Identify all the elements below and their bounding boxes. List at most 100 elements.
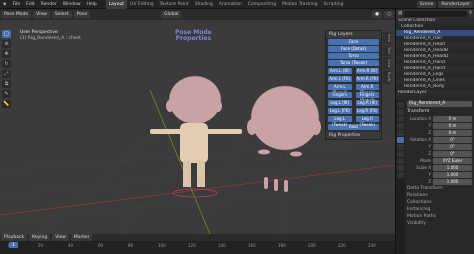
visibility-section[interactable]: Visibility [407, 220, 472, 227]
fingers-button[interactable]: Fingers [328, 92, 352, 98]
bone-tab-icon[interactable] [397, 172, 404, 178]
tab-uv-editing[interactable]: UV Editing [127, 0, 156, 9]
scene-selector[interactable]: Scene [416, 0, 437, 8]
torso-tweak-button[interactable]: Torso (Tweak) [328, 60, 379, 66]
leg-r-tweak-button[interactable]: Leg.R (Tweak) [355, 116, 379, 127]
timeline-view-menu[interactable]: View [52, 234, 69, 241]
leg-r-ik-button[interactable]: Leg.R (IK) [355, 100, 379, 106]
outliner-display-icon[interactable]: ▤ [398, 11, 402, 16]
arm-r-ik-button[interactable]: Arm.R (IK) [355, 68, 379, 74]
shading-solid-icon[interactable]: ● [372, 11, 383, 18]
rotation-mode-select[interactable]: XYZ Euler [433, 157, 472, 164]
marker-menu[interactable]: Marker [70, 234, 93, 241]
render-tab-icon[interactable] [397, 109, 404, 115]
output-tab-icon[interactable] [397, 116, 404, 122]
select-tool-icon[interactable]: ▢ [2, 30, 11, 38]
rotation-z-field[interactable]: 0° [433, 150, 472, 157]
tab-motion-tracking[interactable]: Motion Tracking [279, 0, 320, 9]
blender-logo-icon[interactable]: ◈ [0, 2, 9, 7]
rig-properties-header[interactable]: Rig Properties [326, 132, 381, 139]
character-model[interactable] [150, 75, 242, 198]
measure-tool-icon[interactable]: 📏 [2, 100, 11, 108]
tab-texture-paint[interactable]: Texture Paint [157, 0, 192, 9]
rig-layers-title[interactable]: Rig Layers [326, 31, 381, 38]
transform-tool-icon[interactable]: ⧉ [2, 80, 11, 88]
modifier-tab-icon[interactable] [397, 144, 404, 150]
leg-r-fk-button[interactable]: Leg.R (FK) [355, 108, 379, 114]
outliner-row[interactable]: RenderLayer [396, 90, 474, 96]
scene-tab-icon[interactable] [397, 123, 404, 129]
leg-l-tweak-button[interactable]: Leg.L (Tweak) [328, 116, 352, 127]
rotation-y-field[interactable]: 0° [433, 143, 472, 150]
move-tool-icon[interactable]: ✥ [2, 50, 11, 58]
tab-rigify[interactable]: Rigify [383, 70, 391, 84]
tab-compositing[interactable]: Compositing [245, 0, 279, 9]
arm-l-fk-button[interactable]: Arm.L (FK) [328, 76, 352, 82]
scale-y-field[interactable]: 1.000 [433, 171, 472, 178]
location-x-field[interactable]: 0 m [433, 115, 472, 122]
object-name-field[interactable]: Rig_Rendered_A [407, 101, 472, 107]
object-tab-icon[interactable] [397, 137, 404, 143]
view-menu[interactable]: View [33, 11, 50, 18]
tool-tab-icon[interactable] [397, 102, 404, 108]
menu-window[interactable]: Window [60, 2, 84, 7]
face-button[interactable]: Face [328, 39, 379, 45]
data-tab-icon[interactable] [397, 165, 404, 171]
tab-animation[interactable]: Animation [216, 0, 245, 9]
scale-x-field[interactable]: 1.000 [433, 164, 472, 171]
menu-file[interactable]: File [9, 2, 23, 7]
relations-section[interactable]: Relations [407, 192, 472, 199]
frame-ruler[interactable]: 0 20 40 60 80 100 120 140 160 180 200 22… [0, 241, 395, 254]
hand-parts[interactable] [258, 149, 302, 193]
tab-scripting[interactable]: Scripting [320, 0, 346, 9]
tab-view[interactable]: View [383, 56, 391, 70]
collections-section[interactable]: Collections [407, 199, 472, 206]
world-tab-icon[interactable] [397, 130, 404, 136]
timeline-panel: Playback Keying View Marker 0 20 40 60 8… [0, 234, 395, 254]
orientation-selector[interactable]: Global [161, 11, 182, 18]
torso-button[interactable]: Torso [328, 53, 379, 59]
annotate-tool-icon[interactable]: ✎ [2, 90, 11, 98]
shading-wire-icon[interactable]: ○ [384, 11, 394, 18]
mode-selector[interactable]: Pose Mode [1, 11, 32, 18]
transform-section[interactable]: Transform [407, 108, 472, 115]
filter-icon[interactable]: ⚲ [469, 11, 472, 16]
scale-y-label: Y [428, 172, 431, 177]
playback-menu[interactable]: Playback [1, 234, 28, 241]
tab-tool[interactable]: Tool [383, 44, 391, 56]
view-layer-selector[interactable]: RenderLayer [438, 0, 473, 8]
location-z-field[interactable]: 0 m [433, 129, 472, 136]
instancing-section[interactable]: Instancing [407, 206, 472, 213]
playhead[interactable]: 1 [9, 242, 18, 248]
tab-item[interactable]: Item [383, 32, 391, 44]
outliner-search-input[interactable] [404, 10, 467, 17]
menu-edit[interactable]: Edit [23, 2, 38, 7]
constraint-tab-icon[interactable] [397, 158, 404, 164]
leg-l-ik-button[interactable]: Leg.L (IK) [328, 100, 352, 106]
arm-l-tweak-button[interactable]: Arm.L (Tweak) [328, 84, 352, 95]
menu-help[interactable]: Help [84, 2, 100, 7]
physics-tab-icon[interactable] [397, 151, 404, 157]
rotation-x-field[interactable]: 0° [433, 136, 472, 143]
cursor-tool-icon[interactable]: ⊕ [2, 40, 11, 48]
scale-tool-icon[interactable]: ⤢ [2, 70, 11, 78]
scale-z-field[interactable]: 1.000 [433, 178, 472, 185]
fingers-detail-button[interactable]: Fingers (Detail) [355, 92, 379, 103]
arm-r-tweak-button[interactable]: Arm.R (Tweak) [355, 84, 379, 95]
location-y-field[interactable]: 0 m [433, 122, 472, 129]
3d-viewport[interactable]: ▢ ⊕ ✥ ↻ ⤢ ⧉ ✎ 📏 User Perspective (1) Rig… [0, 20, 395, 234]
delta-transform-section[interactable]: Delta Transform [407, 185, 472, 192]
face-detail-button[interactable]: Face (Detail) [328, 46, 379, 52]
leg-l-fk-button[interactable]: Leg.L (FK) [328, 108, 352, 114]
select-menu[interactable]: Select [51, 11, 72, 18]
rotate-tool-icon[interactable]: ↻ [2, 60, 11, 68]
arm-l-ik-button[interactable]: Arm.L (IK) [328, 68, 352, 74]
tab-shading[interactable]: Shading [192, 0, 216, 9]
head-model[interactable] [247, 85, 321, 151]
menu-render[interactable]: Render [38, 2, 60, 7]
pose-menu[interactable]: Pose [73, 11, 91, 18]
motion-paths-section[interactable]: Motion Paths [407, 213, 472, 220]
keying-menu[interactable]: Keying [29, 234, 51, 241]
tab-layout[interactable]: Layout [105, 0, 128, 9]
arm-r-fk-button[interactable]: Arm.R (FK) [355, 76, 379, 82]
